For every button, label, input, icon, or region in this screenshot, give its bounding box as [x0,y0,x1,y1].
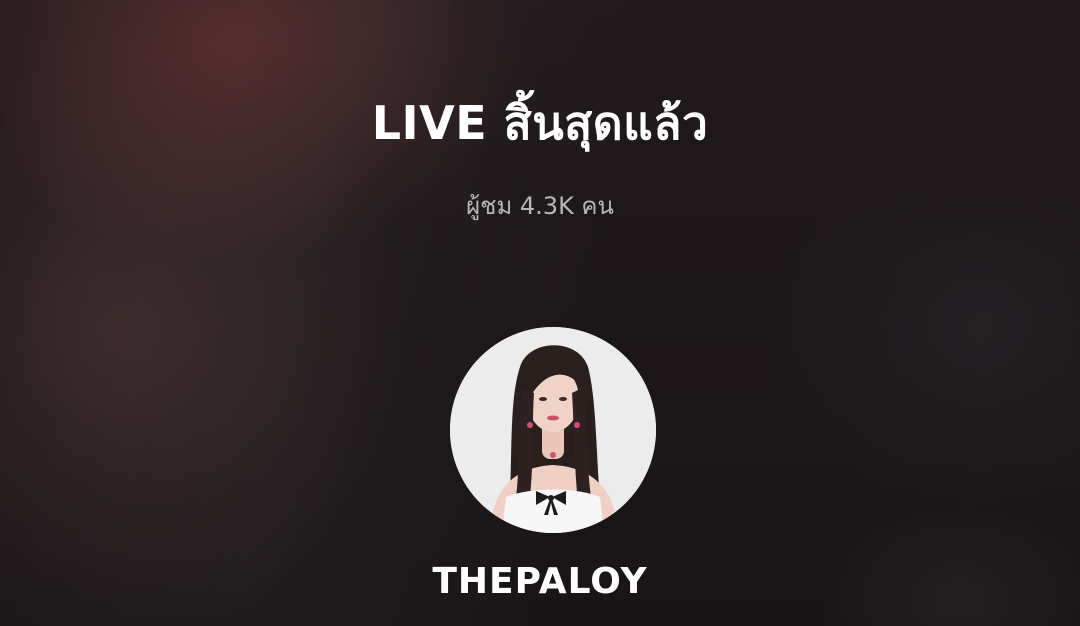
host-avatar[interactable] [450,327,656,533]
host-profile-photo-icon [450,327,656,533]
host-username[interactable]: THEPALOY [0,560,1080,603]
live-ended-screen: LIVE สิ้นสุดแล้ว ผู้ชม 4.3K คน THEPALOY [0,0,1080,626]
viewer-count: ผู้ชม 4.3K คน [466,192,614,220]
live-ended-title: LIVE สิ้นสุดแล้ว [371,96,709,150]
